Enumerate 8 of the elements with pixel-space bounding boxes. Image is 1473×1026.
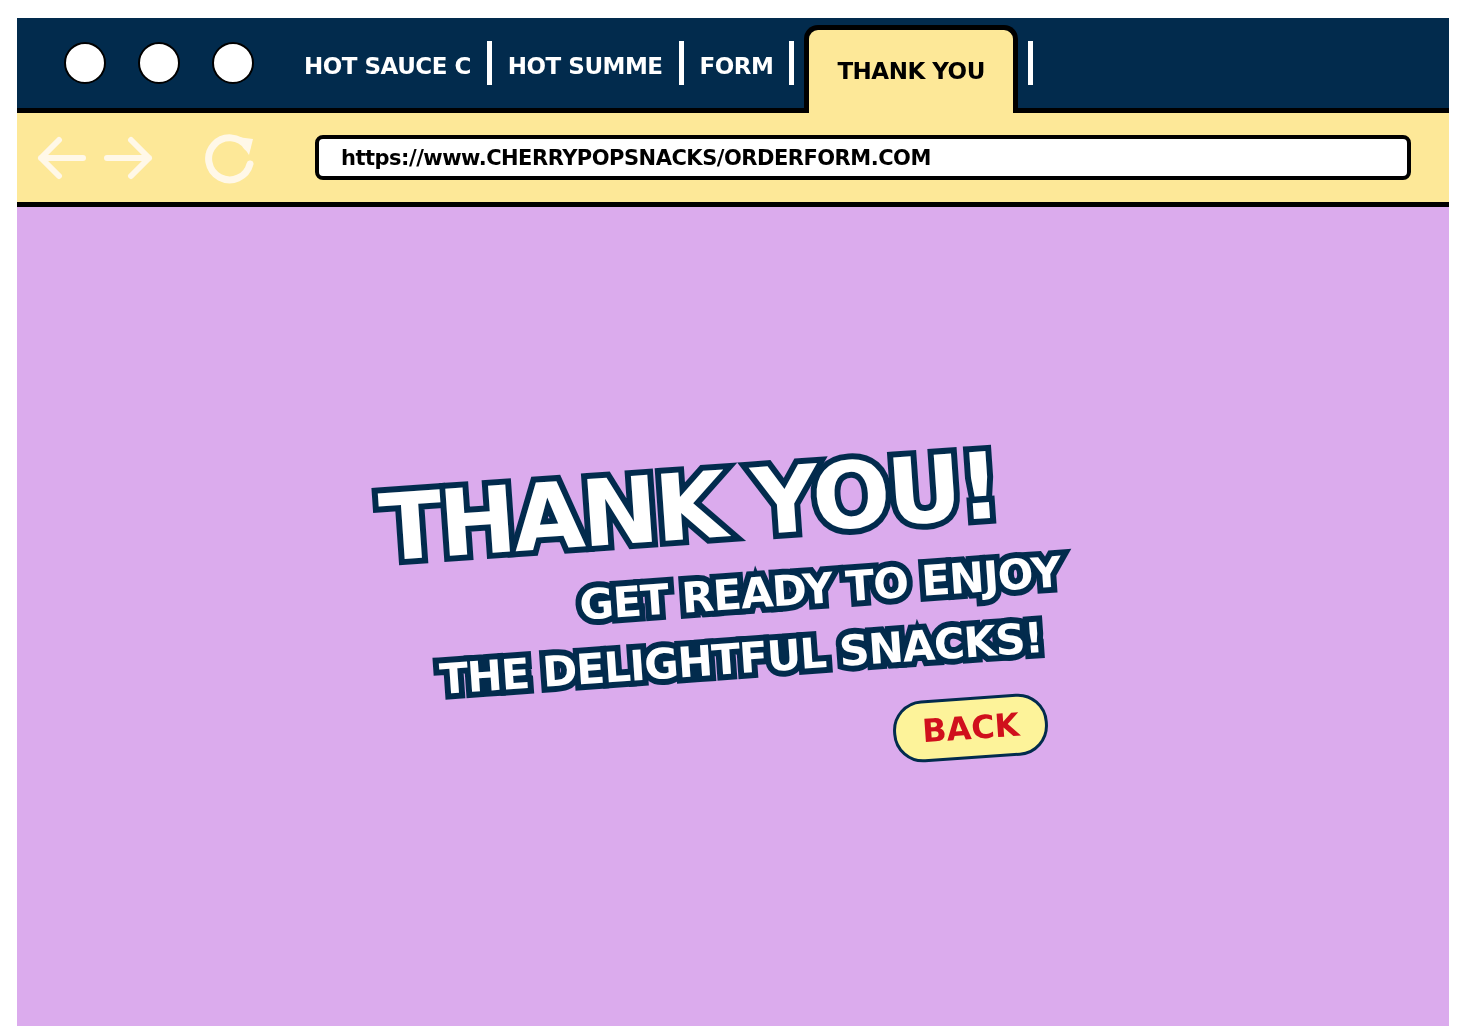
- browser-tab[interactable]: HOT SUMME: [501, 29, 669, 104]
- address-field[interactable]: https://www.CHERRYPOPSNACKS/ORDERFORM.COM: [315, 135, 1411, 180]
- window-dot[interactable]: [212, 42, 254, 84]
- browser-tab[interactable]: HOT SAUCE C: [298, 29, 477, 104]
- browser-tab[interactable]: THANK YOU: [804, 25, 1018, 113]
- window-dot[interactable]: [138, 42, 180, 84]
- window-dot[interactable]: [64, 42, 106, 84]
- browser-tab[interactable]: FORM: [693, 29, 780, 104]
